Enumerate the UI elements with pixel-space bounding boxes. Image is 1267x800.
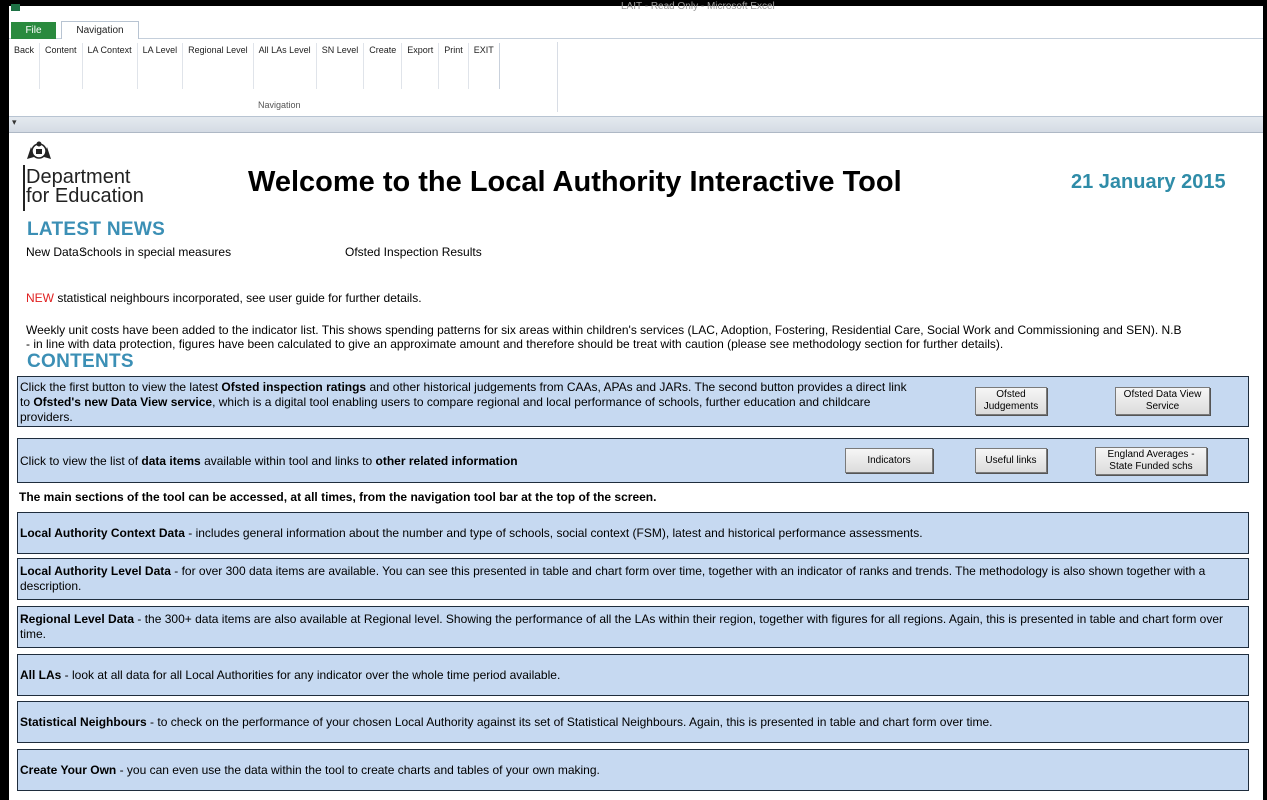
ofsted-data-view-button[interactable]: Ofsted Data View Service [1115, 387, 1210, 415]
news-item-ofsted-results[interactable]: Ofsted Inspection Results [345, 245, 482, 259]
section-all-las[interactable]: All LAs - look at all data for all Local… [17, 654, 1249, 696]
section-regional-level-text: Regional Level Data - the 300+ data item… [20, 612, 1246, 642]
quick-access-bar: ▾ [9, 117, 1263, 133]
ribbon-group-separator [557, 42, 558, 112]
main-sections-note: The main sections of the tool can be acc… [19, 490, 657, 504]
unit-costs-line2: - in line with data protection, figures … [26, 337, 1004, 351]
england-averages-button[interactable]: England Averages - State Funded schs [1095, 447, 1207, 475]
section-create-your-own[interactable]: Create Your Own - you can even use the d… [17, 749, 1249, 791]
section-create-title: Create Your Own [20, 763, 117, 777]
section-all-las-desc: - look at all data for all Local Authori… [61, 668, 561, 682]
logo-bar [23, 165, 25, 211]
logo-text-line2: for Education [26, 185, 144, 207]
section-la-level[interactable]: Local Authority Level Data - for over 30… [17, 558, 1249, 600]
worksheet: Department for Education Welcome to the … [9, 133, 1263, 800]
data-items-panel: Click to view the list of data items ava… [17, 438, 1249, 483]
section-sn-desc: - to check on the performance of your ch… [146, 715, 993, 729]
ofsted-judgements-button[interactable]: Ofsted Judgements [975, 387, 1047, 415]
page-date: 21 January 2015 [1071, 171, 1226, 193]
indicators-button[interactable]: Indicators [845, 448, 933, 473]
ribbon-create-button[interactable]: Create [364, 43, 403, 89]
section-regional-level-title: Regional Level Data [20, 612, 135, 626]
tab-file[interactable]: File [11, 22, 56, 39]
items-text-1: Click to view the list of [20, 454, 142, 468]
section-regional-level-desc: - the 300+ data items are also available… [20, 612, 1223, 641]
ofsted-text-4: , which is a digital tool enabling users… [212, 395, 871, 409]
section-statistical-neighbours[interactable]: Statistical Neighbours - to check on the… [17, 701, 1249, 743]
ribbon-back-button[interactable]: Back [9, 43, 41, 89]
ofsted-panel: Click the first button to view the lates… [17, 376, 1249, 427]
unit-costs-line1: Weekly unit costs have been added to the… [26, 323, 1182, 337]
excel-window: LAIT - Read Only - Microsoft Excel File … [9, 1, 1263, 800]
contents-heading: CONTENTS [27, 351, 134, 372]
section-regional-level[interactable]: Regional Level Data - the 300+ data item… [17, 606, 1249, 648]
section-sn-text: Statistical Neighbours - to check on the… [20, 715, 1246, 730]
ofsted-text-2: and other historical judgements from CAA… [366, 380, 907, 394]
ribbon-all-las-level-button[interactable]: All LAs Level [254, 43, 317, 89]
tab-navigation[interactable]: Navigation [61, 21, 139, 40]
section-la-level-title: Local Authority Level Data [20, 564, 171, 578]
news-item-special-measures[interactable]: Schools in special measures [79, 245, 231, 259]
data-items-panel-text: Click to view the list of data items ava… [20, 454, 518, 469]
section-la-level-desc: - for over 300 data items are available.… [20, 564, 1206, 593]
ribbon-la-context-button[interactable]: LA Context [83, 43, 138, 89]
logo-text-line1: Department [26, 166, 131, 188]
ribbon-regional-level-button[interactable]: Regional Level [183, 43, 254, 89]
ribbon-print-button[interactable]: Print [439, 43, 469, 89]
ofsted-ratings-bold: Ofsted inspection ratings [221, 380, 367, 394]
items-text-2: available within tool and links to [200, 454, 376, 468]
ribbon-group-label: Navigation [258, 100, 301, 110]
section-la-context[interactable]: Local Authority Context Data - includes … [17, 512, 1249, 554]
section-la-level-text: Local Authority Level Data - for over 30… [20, 564, 1246, 594]
ribbon-content-button[interactable]: Content [40, 43, 83, 89]
ribbon: Back Content LA Context LA Level Regiona… [9, 39, 1263, 117]
sn-news-line: NEW statistical neighbours incorporated,… [26, 291, 422, 305]
excel-icon [11, 4, 20, 11]
section-create-desc: - you can even use the data within the t… [116, 763, 600, 777]
ribbon-sn-level-button[interactable]: SN Level [317, 43, 365, 89]
window-frame-right [1263, 0, 1267, 800]
window-title: LAIT - Read Only - Microsoft Excel [621, 1, 775, 12]
new-data-label: New Data : [26, 245, 86, 259]
window-frame-left [0, 0, 9, 800]
latest-news-heading: LATEST NEWS [27, 219, 166, 240]
related-info-bold: other related information [375, 454, 518, 468]
section-la-context-text: Local Authority Context Data - includes … [20, 526, 1246, 541]
useful-links-button[interactable]: Useful links [975, 448, 1047, 473]
section-create-text: Create Your Own - you can even use the d… [20, 763, 1246, 778]
ofsted-text-1: Click the first button to view the lates… [20, 380, 222, 394]
ribbon-tabs: File Navigation [9, 20, 1263, 40]
ribbon-exit-button[interactable]: EXIT [469, 43, 500, 89]
ribbon-buttons: Back Content LA Context LA Level Regiona… [9, 43, 500, 89]
royal-crest-icon [27, 141, 51, 159]
title-bar: LAIT - Read Only - Microsoft Excel [9, 1, 1263, 20]
section-la-context-desc: - includes general information about the… [184, 526, 923, 540]
ribbon-export-button[interactable]: Export [402, 43, 440, 89]
ofsted-text-5: providers. [20, 410, 73, 424]
section-la-context-title: Local Authority Context Data [20, 526, 185, 540]
page-title: Welcome to the Local Authority Interacti… [248, 166, 902, 198]
sn-news-text: statistical neighbours incorporated, see… [54, 291, 422, 305]
section-all-las-text: All LAs - look at all data for all Local… [20, 668, 1246, 683]
new-tag: NEW [26, 291, 54, 305]
ofsted-text-3: to [20, 395, 34, 409]
ofsted-panel-text: Click the first button to view the lates… [20, 380, 960, 425]
data-items-bold: data items [141, 454, 201, 468]
ribbon-la-level-button[interactable]: LA Level [138, 43, 184, 89]
section-all-las-title: All LAs [20, 668, 62, 682]
customize-arrow-icon[interactable]: ▾ [12, 117, 17, 128]
ofsted-dataview-bold: Ofsted's new Data View service [33, 395, 213, 409]
section-sn-title: Statistical Neighbours [20, 715, 147, 729]
